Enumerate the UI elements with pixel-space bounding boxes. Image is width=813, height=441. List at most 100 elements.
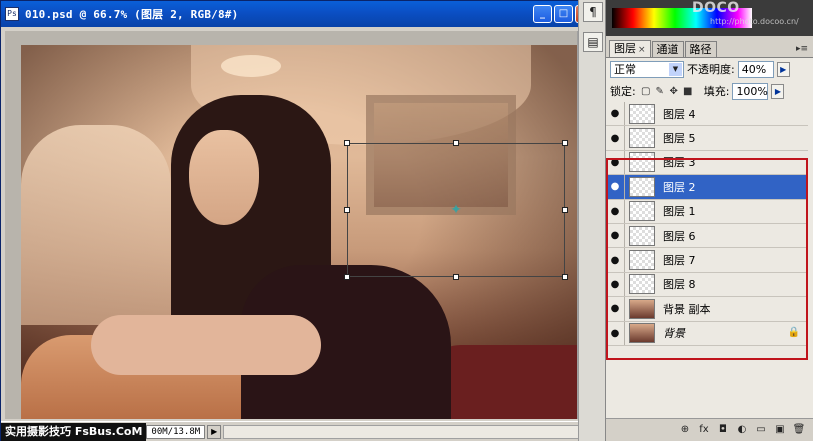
blend-mode-value: 正常 (614, 62, 636, 76)
transform-handle-br[interactable] (562, 274, 568, 280)
opacity-slider-button[interactable]: ▶ (776, 61, 790, 77)
layer-style-fx-icon[interactable]: fx (697, 423, 711, 437)
photoshop-window: Ps 010.psd @ 66.7% (图层 2, RGB/8#) _ □ × (0, 0, 813, 441)
tab-channels[interactable]: 通道 (651, 41, 684, 57)
chevron-down-icon[interactable]: ▼ (669, 62, 682, 76)
photo-canvas[interactable]: ✦ (21, 45, 577, 419)
tab-layers-label: 图层 (614, 42, 636, 55)
transform-handle-tl[interactable] (344, 140, 350, 146)
layer-thumbnail (629, 176, 655, 197)
lock-label: 锁定: (610, 85, 636, 98)
lock-position-icon[interactable]: ✥ (669, 86, 679, 97)
blend-mode-select[interactable]: 正常 ▼ (610, 60, 684, 78)
transform-handle-tr[interactable] (562, 140, 568, 146)
photo-arms (91, 315, 321, 375)
adjustment-layer-icon[interactable]: ◐ (735, 423, 749, 437)
layer-name: 背景 (663, 327, 685, 341)
layer-name: 背景 副本 (663, 302, 711, 316)
add-mask-icon[interactable]: ◘ (716, 423, 730, 437)
minimize-button[interactable]: _ (533, 5, 552, 23)
transform-center-icon[interactable]: ✦ (449, 203, 463, 217)
layer-row[interactable]: ● 图层 4 (606, 102, 813, 127)
new-group-icon[interactable]: ▭ (754, 423, 768, 437)
lock-paint-brush-icon[interactable]: ✎ (655, 86, 665, 97)
transform-handle-r[interactable] (562, 207, 568, 213)
photo-face (189, 130, 259, 225)
layer-name: 图层 2 (663, 180, 696, 194)
layer-row-selected[interactable]: ● 图层 2 (606, 175, 813, 200)
lock-fill-row: 锁定: ▢ ✎ ✥ ■ 填充: 100% ▶ (606, 80, 813, 102)
trash-icon[interactable]: 🗑 (792, 423, 806, 437)
link-layers-icon[interactable]: ⊕ (678, 423, 692, 437)
layer-row[interactable]: ● 图层 5 (606, 126, 813, 151)
row-divider (624, 297, 625, 321)
eye-icon[interactable]: ● (606, 206, 624, 217)
layer-row[interactable]: ● 背景 🔒 (606, 321, 813, 346)
eye-icon[interactable]: ● (606, 230, 624, 241)
ps-document-icon: Ps (5, 7, 19, 21)
row-divider (624, 272, 625, 297)
transform-handle-l[interactable] (344, 207, 350, 213)
document-title: 010.psd @ 66.7% (图层 2, RGB/8#) (25, 8, 239, 21)
transform-handle-bl[interactable] (344, 274, 350, 280)
maximize-button[interactable]: □ (554, 5, 573, 23)
layer-row[interactable]: ● 图层 1 (606, 199, 813, 224)
opacity-label: 不透明度: (687, 63, 735, 76)
panel-options-icon[interactable]: ▤ (583, 32, 603, 52)
fill-input[interactable]: 100% (732, 82, 769, 100)
row-divider (624, 248, 625, 272)
transform-handle-t[interactable] (453, 140, 459, 146)
layer-row[interactable]: ● 图层 6 (606, 223, 813, 249)
layer-list: ● 图层 4 ● 图层 5 ● 图层 3 ● 图层 2 ● 图层 1 ● 图层 … (606, 102, 813, 406)
eye-icon[interactable]: ● (606, 255, 624, 266)
status-menu-arrow-icon[interactable]: ▶ (207, 424, 222, 439)
eye-icon[interactable]: ● (606, 303, 624, 314)
lock-all-icon[interactable]: ■ (683, 86, 693, 97)
eye-icon[interactable]: ● (606, 279, 624, 290)
lock-options: ▢ ✎ ✥ ■ (641, 86, 693, 97)
layer-thumbnail (629, 298, 655, 319)
layer-name: 图层 1 (663, 205, 696, 219)
row-divider (624, 150, 625, 175)
document-titlebar[interactable]: Ps 010.psd @ 66.7% (图层 2, RGB/8#) _ □ × (1, 1, 597, 27)
row-divider (624, 199, 625, 223)
free-transform-box[interactable]: ✦ (344, 140, 568, 280)
eye-icon[interactable]: ● (606, 133, 624, 144)
opacity-input[interactable]: 40% (737, 60, 774, 78)
canvas-area[interactable]: ✦ (5, 31, 577, 419)
color-panel: DOCO http://photo.docoo.cn/ (606, 0, 813, 36)
panel-menu-icon[interactable]: ▸≡ (796, 41, 808, 57)
layer-thumbnail (629, 201, 655, 222)
eye-icon[interactable]: ● (606, 157, 624, 168)
layer-thumbnail (629, 323, 655, 344)
layer-name: 图层 5 (663, 132, 696, 146)
close-icon[interactable]: × (638, 45, 646, 55)
layer-row[interactable]: ● 背景 副本 (606, 297, 813, 322)
layer-thumbnail (629, 225, 655, 246)
layer-thumbnail (629, 128, 655, 149)
layer-name: 图层 8 (663, 278, 696, 292)
lock-transparency-icon[interactable]: ▢ (641, 86, 651, 97)
eye-icon[interactable]: ● (606, 108, 624, 119)
new-layer-icon[interactable]: ▣ (773, 423, 787, 437)
status-bar: 实用摄影技巧 FsBus.CoM 00M/13.8M ▶ (1, 421, 597, 441)
transform-handle-b[interactable] (453, 274, 459, 280)
photo-lamp (221, 55, 281, 77)
paragraph-panel-icon[interactable]: ¶ (583, 2, 603, 22)
eye-icon[interactable]: ● (606, 181, 624, 192)
eye-icon[interactable]: ● (606, 328, 624, 339)
docoo-watermark: DOCO (692, 0, 740, 16)
layer-row[interactable]: ● 图层 8 (606, 272, 813, 298)
row-divider (624, 102, 625, 126)
layer-list-scrollbar[interactable] (808, 102, 813, 406)
tab-paths[interactable]: 路径 (684, 41, 717, 57)
layer-row[interactable]: ● 图层 7 (606, 248, 813, 273)
fill-slider-button[interactable]: ▶ (771, 83, 785, 99)
layer-row[interactable]: ● 图层 3 (606, 150, 813, 176)
horizontal-scrollbar[interactable] (223, 424, 595, 439)
row-divider (624, 223, 625, 248)
layer-thumbnail (629, 274, 655, 295)
layer-thumbnail (629, 103, 655, 124)
panel-tabs: 图层 × 通道 路径 ▸≡ (606, 40, 813, 58)
tab-layers[interactable]: 图层 × (609, 40, 651, 57)
